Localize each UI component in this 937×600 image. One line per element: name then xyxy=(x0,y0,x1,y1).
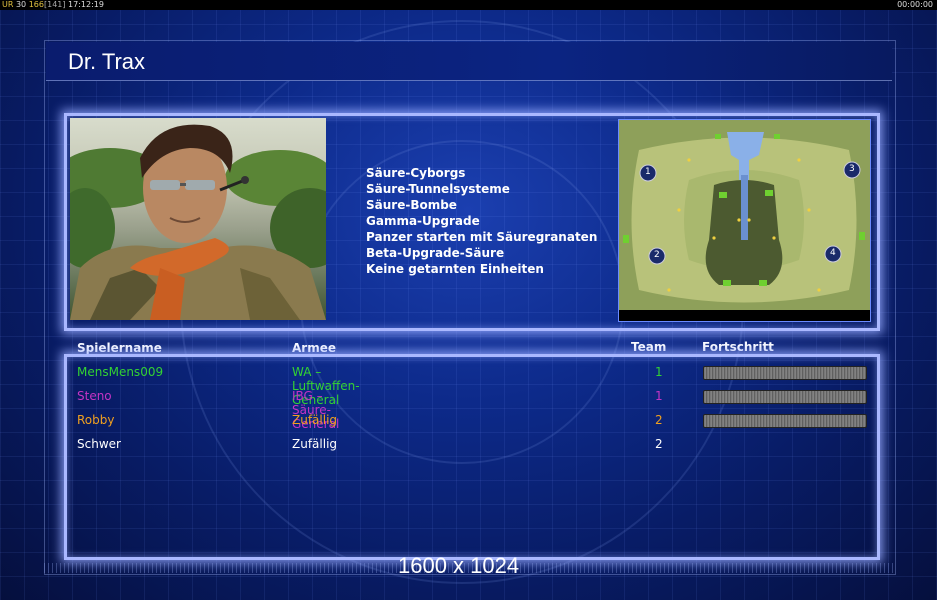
start-position-1[interactable]: 1 xyxy=(645,167,651,177)
player-name: MensMens009 xyxy=(77,365,164,379)
perk-item: Säure-Bombe xyxy=(366,198,457,212)
minimap-image xyxy=(619,120,870,321)
resolution-label: 1600 x 1024 xyxy=(398,553,520,578)
perk-list: Säure-Cyborgs Säure-Tunnelsysteme Säure-… xyxy=(366,165,597,277)
perk-item: Panzer starten mit Säuregranaten xyxy=(366,230,598,244)
player-name: Steno xyxy=(77,389,112,403)
start-position-2[interactable]: 2 xyxy=(654,250,660,260)
general-portrait xyxy=(70,118,326,320)
progress-bar xyxy=(703,390,867,404)
perk-item: Gamma-Upgrade xyxy=(366,214,480,228)
player-name: Robby xyxy=(77,413,115,427)
status-clock: 17:12:19 xyxy=(68,0,104,9)
perk-item: Säure-Cyborgs xyxy=(366,166,466,180)
player-team: 2 xyxy=(655,437,663,451)
header-team: Team xyxy=(631,340,667,354)
status-value-2: 166 xyxy=(28,0,44,9)
progress-bar xyxy=(703,366,867,380)
header-army: Armee xyxy=(292,341,336,355)
status-value-3: [141] xyxy=(43,0,66,9)
status-ur: UR xyxy=(2,0,14,9)
perk-item: Säure-Tunnelsysteme xyxy=(366,182,510,196)
minimap[interactable]: 1 2 3 4 xyxy=(618,119,871,322)
player-name: Schwer xyxy=(77,437,121,451)
perk-item: Keine getarnten Einheiten xyxy=(366,262,544,276)
player-team: 1 xyxy=(655,365,663,379)
title-bar xyxy=(46,42,892,81)
header-progress: Fortschritt xyxy=(702,340,774,354)
player-army: Zufällig xyxy=(292,437,338,451)
status-bar: UR 30 166[141] 17:12:19 00:00:00 xyxy=(0,0,937,10)
player-team: 1 xyxy=(655,389,663,403)
status-value-1: 30 xyxy=(15,0,27,9)
status-timer: 00:00:00 xyxy=(897,0,933,9)
header-player: Spielername xyxy=(77,341,162,355)
perk-item: Beta-Upgrade-Säure xyxy=(366,246,505,260)
player-list-panel xyxy=(64,354,880,560)
player-team: 2 xyxy=(655,413,663,427)
player-army: Zufällig xyxy=(292,413,338,427)
portrait-image xyxy=(70,124,326,320)
start-position-4[interactable]: 4 xyxy=(830,248,836,258)
progress-bar xyxy=(703,414,867,428)
start-position-3[interactable]: 3 xyxy=(849,164,855,174)
general-name: Dr. Trax xyxy=(68,49,146,74)
